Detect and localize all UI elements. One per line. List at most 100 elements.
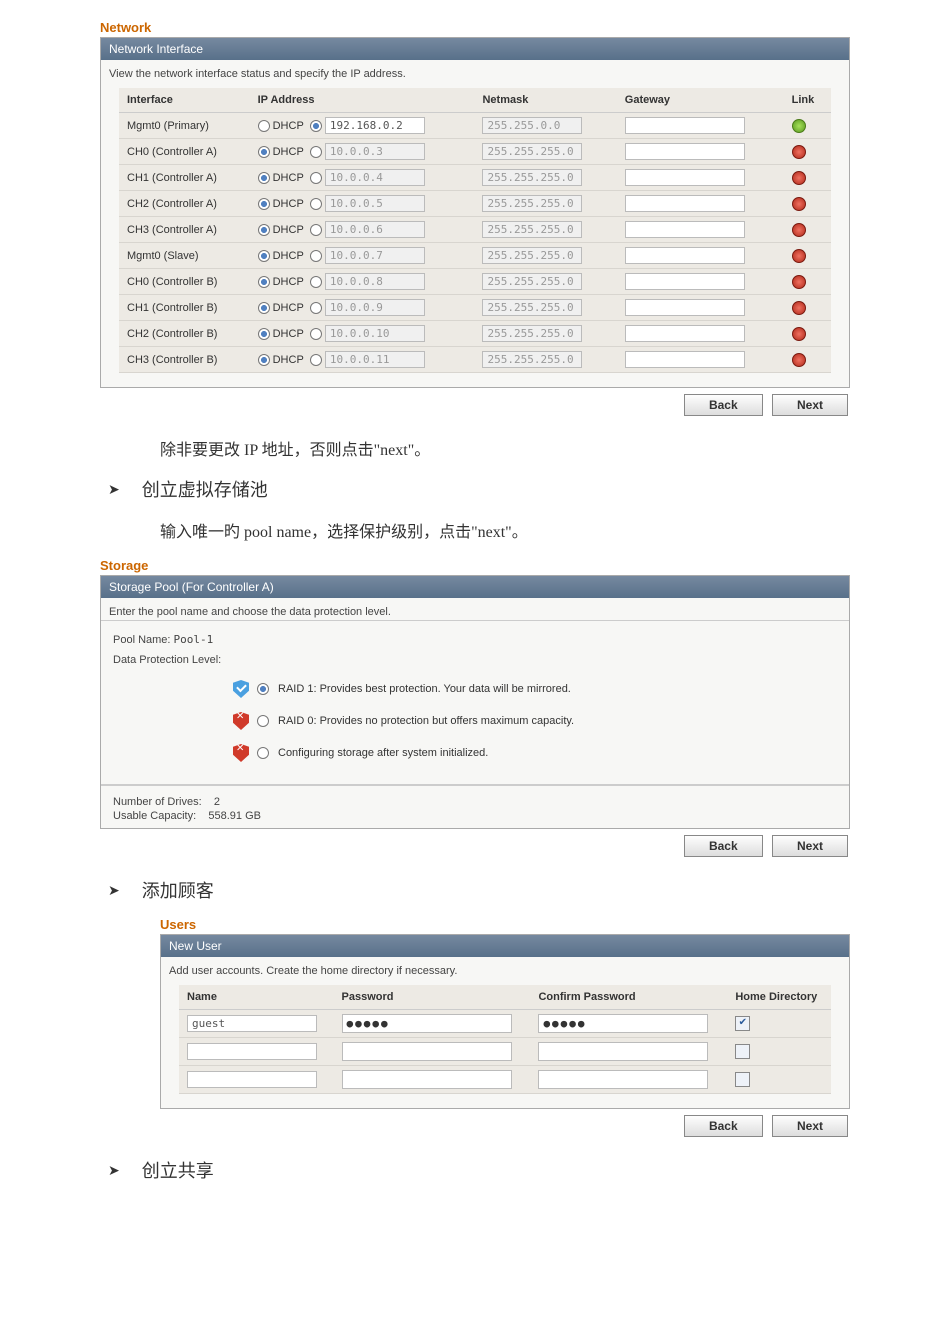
back-button[interactable]: Back <box>684 835 763 857</box>
netmask-input[interactable]: 255.255.255.0 <box>482 143 582 160</box>
pool-name-value[interactable]: Pool-1 <box>174 633 214 646</box>
static-radio[interactable] <box>310 120 322 132</box>
raid0-option[interactable]: RAID 0: Provides no protection but offer… <box>233 712 837 730</box>
netmask-input[interactable]: 255.255.255.0 <box>482 169 582 186</box>
ip-input[interactable]: 10.0.0.8 <box>325 273 425 290</box>
static-radio[interactable] <box>310 302 322 314</box>
radio-icon[interactable] <box>257 715 269 727</box>
ip-input[interactable]: 10.0.0.3 <box>325 143 425 160</box>
static-radio[interactable] <box>310 328 322 340</box>
static-radio[interactable] <box>310 276 322 288</box>
netmask-input[interactable]: 255.255.255.0 <box>482 299 582 316</box>
checkbox-icon[interactable] <box>735 1072 750 1087</box>
password-cell[interactable]: ●●●●● <box>334 1010 531 1038</box>
netmask-input[interactable]: 255.255.255.0 <box>482 325 582 342</box>
netmask-input[interactable]: 255.255.255.0 <box>482 273 582 290</box>
static-radio[interactable] <box>310 354 322 366</box>
netmask-input[interactable]: 255.255.255.0 <box>482 221 582 238</box>
name-cell[interactable]: guest <box>179 1010 334 1038</box>
static-radio[interactable] <box>310 224 322 236</box>
doc-bullet-1: 创立虚拟存储池 <box>142 476 268 502</box>
static-radio[interactable] <box>310 250 322 262</box>
link-cell <box>784 243 831 269</box>
gateway-input[interactable] <box>625 299 745 316</box>
name-cell[interactable] <box>179 1066 334 1094</box>
confirm-password-cell[interactable] <box>530 1066 727 1094</box>
gateway-input[interactable] <box>625 169 745 186</box>
dhcp-radio[interactable] <box>258 146 270 158</box>
ip-input[interactable]: 10.0.0.10 <box>325 325 425 342</box>
gateway-input[interactable] <box>625 195 745 212</box>
confirm-password-cell[interactable]: ●●●●● <box>530 1010 727 1038</box>
home-directory-cell[interactable] <box>727 1066 831 1094</box>
checkbox-icon[interactable] <box>735 1044 750 1059</box>
bullet-arrow-icon: ➤ <box>108 481 120 498</box>
dhcp-radio[interactable] <box>258 172 270 184</box>
gateway-input[interactable] <box>625 221 745 238</box>
dhcp-radio[interactable] <box>258 224 270 236</box>
back-button[interactable]: Back <box>684 394 763 416</box>
next-button[interactable]: Next <box>772 394 848 416</box>
dhcp-radio[interactable] <box>258 354 270 366</box>
dhcp-radio[interactable] <box>258 120 270 132</box>
ip-cell: DHCP 10.0.0.11 <box>250 347 475 373</box>
dhcp-radio[interactable] <box>258 250 270 262</box>
netmask-input[interactable]: 255.255.255.0 <box>482 247 582 264</box>
gateway-cell <box>617 113 784 139</box>
static-radio[interactable] <box>310 172 322 184</box>
network-heading: Network <box>100 20 850 35</box>
col-home-directory: Home Directory <box>727 985 831 1010</box>
dhcp-radio[interactable] <box>258 276 270 288</box>
storage-subtext: Enter the pool name and choose the data … <box>101 598 849 620</box>
raid1-label: RAID 1: Provides best protection. Your d… <box>278 683 571 695</box>
ip-input[interactable]: 10.0.0.9 <box>325 299 425 316</box>
dhcp-radio[interactable] <box>258 302 270 314</box>
ip-input[interactable]: 10.0.0.6 <box>325 221 425 238</box>
dhcp-radio[interactable] <box>258 198 270 210</box>
password-cell[interactable] <box>334 1066 531 1094</box>
link-cell <box>784 321 831 347</box>
drives-label: Number of Drives: <box>113 796 202 808</box>
ip-input[interactable]: 10.0.0.5 <box>325 195 425 212</box>
storage-panel: Storage Pool (For Controller A) Enter th… <box>100 575 850 829</box>
netmask-input[interactable]: 255.255.255.0 <box>482 195 582 212</box>
next-button[interactable]: Next <box>772 835 848 857</box>
back-button[interactable]: Back <box>684 1115 763 1137</box>
home-directory-cell[interactable]: ✔ <box>727 1010 831 1038</box>
confirm-password-cell[interactable] <box>530 1038 727 1066</box>
static-radio[interactable] <box>310 198 322 210</box>
gateway-cell <box>617 295 784 321</box>
table-row: guest●●●●●●●●●●✔ <box>179 1010 831 1038</box>
name-cell[interactable] <box>179 1038 334 1066</box>
netmask-input[interactable]: 255.255.255.0 <box>482 351 582 368</box>
ip-cell: DHCP 10.0.0.8 <box>250 269 475 295</box>
gateway-input[interactable] <box>625 117 745 134</box>
link-status-icon <box>792 197 806 211</box>
interface-cell: Mgmt0 (Primary) <box>119 113 250 139</box>
ip-input[interactable]: 10.0.0.4 <box>325 169 425 186</box>
raid1-option[interactable]: RAID 1: Provides best protection. Your d… <box>233 680 837 698</box>
netmask-cell: 255.255.255.0 <box>474 165 616 191</box>
ip-cell: DHCP 10.0.0.10 <box>250 321 475 347</box>
next-button[interactable]: Next <box>772 1115 848 1137</box>
password-cell[interactable] <box>334 1038 531 1066</box>
radio-icon[interactable] <box>257 747 269 759</box>
shield-check-icon <box>233 680 249 698</box>
dhcp-radio[interactable] <box>258 328 270 340</box>
ip-cell: DHCP 10.0.0.7 <box>250 243 475 269</box>
ip-input[interactable]: 10.0.0.11 <box>325 351 425 368</box>
gateway-input[interactable] <box>625 143 745 160</box>
gateway-input[interactable] <box>625 247 745 264</box>
ip-input[interactable]: 192.168.0.2 <box>325 117 425 134</box>
checkbox-icon[interactable]: ✔ <box>735 1016 750 1031</box>
configure-later-option[interactable]: Configuring storage after system initial… <box>233 744 837 762</box>
home-directory-cell[interactable] <box>727 1038 831 1066</box>
gateway-input[interactable] <box>625 325 745 342</box>
ip-input[interactable]: 10.0.0.7 <box>325 247 425 264</box>
gateway-input[interactable] <box>625 351 745 368</box>
bullet-arrow-icon: ➤ <box>108 882 120 899</box>
gateway-input[interactable] <box>625 273 745 290</box>
netmask-input[interactable]: 255.255.0.0 <box>482 117 582 134</box>
radio-icon[interactable] <box>257 683 269 695</box>
static-radio[interactable] <box>310 146 322 158</box>
